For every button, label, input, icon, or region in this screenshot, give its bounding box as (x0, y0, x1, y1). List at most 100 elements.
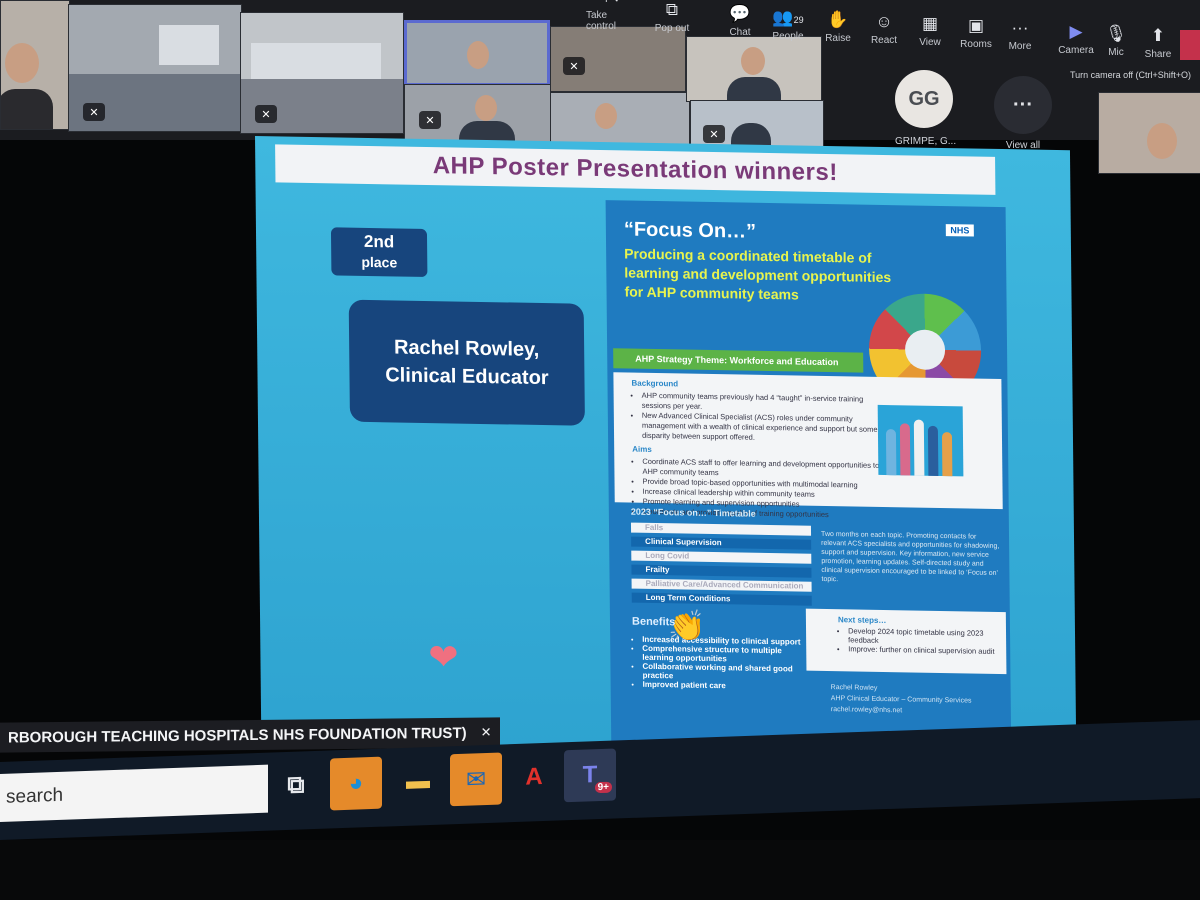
control-label: Pop out (654, 23, 690, 34)
slide-title: AHP Poster Presentation winners! (275, 144, 996, 195)
presenter-name: RBOROUGH TEACHING HOSPITALS NHS FOUNDATI… (8, 724, 467, 747)
winner-name: Rachel Rowley, (393, 336, 540, 361)
control-label: Mic (1108, 47, 1124, 58)
mic-off-icon: ✕ (480, 724, 492, 740)
search-placeholder: search (6, 784, 64, 808)
react-button[interactable]: ☺ React (858, 0, 910, 52)
task-view-icon: ⧉ (287, 771, 305, 799)
timetable-item: Clinical Supervision (631, 536, 812, 550)
benefits-list: Increased accessibility to clinical supp… (628, 635, 803, 692)
strategy-theme-bar: AHP Strategy Theme: Workforce and Educat… (613, 348, 864, 373)
poster-heading: “Focus On…” (623, 218, 757, 243)
teams-taskbar-button[interactable]: T 9+ (564, 748, 616, 803)
poster-author: Rachel Rowley AHP Clinical Educator – Co… (831, 682, 972, 717)
participant-video[interactable]: ✕ (404, 84, 552, 144)
mic-off-icon: ✕ (83, 103, 105, 121)
winner-card: Rachel Rowley, Clinical Educator (348, 299, 585, 426)
people-button[interactable]: 👥29 People (762, 0, 814, 48)
notification-badge: 9+ (594, 781, 612, 794)
view-button[interactable]: ▦ View (904, 0, 956, 54)
timetable-item: Falls (630, 522, 812, 536)
next-steps-title: Next steps… (837, 615, 887, 626)
more-button[interactable]: ··· More (994, 0, 1046, 58)
leave-button[interactable] (1180, 30, 1200, 60)
mic-off-icon: ✕ (419, 111, 441, 129)
control-label: Chat (729, 27, 751, 38)
timetable-item: Frailty (631, 564, 812, 578)
acrobat-taskbar-button[interactable]: A (508, 750, 560, 804)
control-label: People (772, 31, 804, 42)
poster-subtitle: Producing a coordinated timetable of lea… (624, 245, 892, 303)
take-control-icon: ⇱ (605, 0, 619, 7)
participant-avatar-tile[interactable]: GG GRIMPE, G... (895, 70, 956, 147)
more-icon: ··· (994, 76, 1052, 134)
mic-off-icon: ✕ (563, 57, 585, 75)
mic-off-icon: ✕ (255, 105, 277, 123)
take-control-button[interactable]: ⇱ Take control (586, 0, 638, 38)
poster: NHS “Focus On…” Producing a coordinated … (605, 200, 1012, 753)
timetable-item: Palliative Care/Advanced Communication (631, 578, 812, 592)
view-all-button[interactable]: ··· View all (994, 76, 1052, 151)
next-steps-list: Develop 2024 topic timetable using 2023 … (838, 626, 998, 656)
next-steps-section: Next steps… Develop 2024 topic timetable… (805, 608, 1007, 675)
control-label: Raise (825, 33, 851, 44)
file-explorer-taskbar-button[interactable]: ▬ (392, 754, 444, 808)
view-icon: ▦ (921, 14, 939, 33)
list-item: New Advanced Clinical Specialist (ACS) r… (642, 411, 882, 445)
badge-line-1: 2nd (363, 231, 395, 252)
chat-icon: 💬 (729, 4, 751, 23)
control-label: Take control (586, 10, 617, 32)
acrobat-icon: A (525, 763, 543, 791)
task-view-button[interactable]: ⧉ (270, 759, 322, 813)
heart-reaction-icon: ❤ (428, 636, 459, 678)
people-icon: 👥29 (772, 8, 804, 27)
avatar-name: GRIMPE, G... (895, 136, 957, 147)
timetable-item: Long Term Conditions (631, 592, 812, 606)
outlook-taskbar-button[interactable]: ✉ (450, 752, 502, 807)
badge-line-2: place (361, 253, 398, 271)
share-icon: ⬆ (1150, 26, 1166, 45)
participant-video[interactable] (0, 0, 70, 130)
edge-taskbar-button[interactable]: ◕ (330, 756, 382, 811)
winner-role: Clinical Educator (385, 364, 549, 390)
camera-icon: ▶ (1069, 22, 1083, 41)
participant-video[interactable]: ✕ (68, 4, 242, 132)
clapping-reaction-icon: 👏 (668, 610, 706, 643)
pop-out-icon: ⧉ (665, 0, 679, 19)
taskbar-search-box[interactable]: search (0, 764, 268, 822)
control-label: More (1008, 41, 1032, 52)
raise-hand-button[interactable]: ✋ Raise (812, 0, 864, 50)
staff-illustration (877, 404, 964, 477)
rooms-icon: ▣ (967, 16, 985, 35)
participant-video[interactable]: ✕ (240, 12, 404, 134)
nhs-logo: NHS (945, 224, 974, 237)
meeting-top-strip: ✕ ✕ ✕ ✕ ✕ ⇱ Take control ⧉ Pop out 💬 Chat 👥… (0, 0, 1200, 174)
edge-icon: ◕ (348, 769, 364, 797)
control-label: Rooms (960, 39, 992, 50)
more-icon: ··· (1011, 18, 1029, 37)
timetable-description: Two months on each topic. Promoting cont… (821, 530, 1000, 584)
raise-hand-icon: ✋ (827, 10, 849, 29)
control-label: React (870, 35, 898, 46)
placement-badge: 2nd place (330, 227, 428, 278)
folder-icon: ▬ (406, 766, 430, 795)
control-label: Camera (1058, 45, 1094, 56)
background-list: AHP community teams previously had 4 “ta… (632, 391, 883, 445)
monitor-bezel (0, 840, 1200, 900)
shared-slide: AHP Poster Presentation winners! 2nd pla… (255, 136, 1077, 759)
camera-tooltip: Turn camera off (Ctrl+Shift+O) (1070, 70, 1192, 80)
participant-video-active[interactable] (404, 20, 550, 86)
self-view-video[interactable] (1098, 92, 1200, 174)
pop-out-button[interactable]: ⧉ Pop out (646, 0, 698, 40)
chat-button[interactable]: 💬 Chat (714, 0, 766, 44)
control-label: View (919, 37, 941, 48)
avatar: GG (895, 70, 953, 128)
react-icon: ☺ (875, 12, 893, 31)
share-button[interactable]: ⬆ Share (1132, 2, 1184, 66)
timetable-title: 2023 “Focus on…” Timetable (630, 506, 756, 519)
control-label: Share (1144, 49, 1172, 60)
list-item: Improved patient care (643, 680, 803, 692)
people-count: 29 (793, 15, 804, 25)
outlook-icon: ✉ (465, 765, 487, 794)
mic-icon: 🎙 (1105, 24, 1127, 43)
